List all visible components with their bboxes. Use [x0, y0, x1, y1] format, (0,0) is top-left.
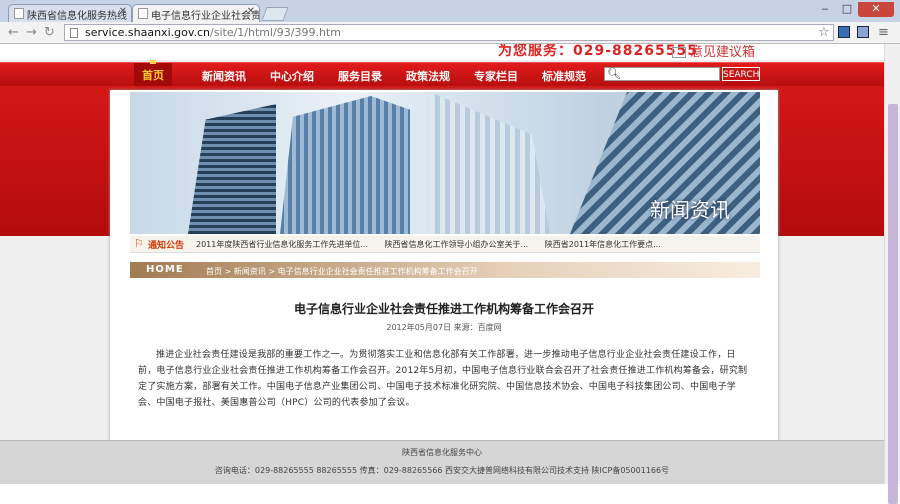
close-tab-icon[interactable]: ✕	[119, 6, 127, 17]
page-favicon-icon	[138, 8, 148, 19]
nav-item-about[interactable]: 中心介绍	[270, 68, 314, 84]
article-body: 推进企业社会责任建设是我部的重要工作之一。为贯彻落实工业和信息化部有关工作部署，…	[138, 350, 748, 408]
notice-link[interactable]: 陕西省信息化工作领导小组办公室关于...	[385, 240, 529, 249]
browser-tab-2[interactable]: 电子信息行业企业社会责 ✕	[132, 4, 260, 22]
footer-contact: 咨询电话：029-88265555 88265555 传真：029-882655…	[214, 466, 670, 475]
banner-title: 新闻资讯	[650, 198, 730, 222]
menu-icon[interactable]: ≡	[878, 25, 889, 40]
service-hotline: 为您服务：029-88265555	[498, 44, 698, 59]
main-navbar: 首页 新闻资讯 中心介绍 服务目录 政策法规 专家栏目 标准规范 🔍︎ SEAR…	[0, 60, 884, 87]
browser-toolbar: ← → ↻ service.shaanxi.gov.cn/site/1/html…	[0, 22, 900, 44]
nav-item-standards[interactable]: 标准规范	[542, 68, 586, 84]
notice-items: 2011年度陕西省行业信息化服务工作先进单位... 陕西省信息化工作领导小组办公…	[196, 239, 675, 250]
notice-label: 通知公告	[148, 241, 185, 251]
page-favicon-icon	[14, 8, 24, 19]
close-tab-icon[interactable]: ✕	[247, 6, 255, 17]
page-footer: 陕西省信息化服务中心 咨询电话：029-88265555 88265555 传真…	[0, 440, 884, 484]
building-graphic	[188, 104, 276, 234]
suggestion-box-link[interactable]: 意见建议箱	[672, 44, 755, 60]
nav-item-news[interactable]: 新闻资讯	[202, 68, 246, 84]
browser-tab-strip: 陕西省信息化服务热线 ✕ 电子信息行业企业社会责 ✕ ‒ □ ✕	[0, 0, 900, 22]
search-input[interactable]: 🔍︎	[604, 67, 720, 81]
new-tab-button[interactable]	[261, 7, 289, 21]
notice-bar: ⚐ 通知公告 2011年度陕西省行业信息化服务工作先进单位... 陕西省信息化工…	[130, 236, 760, 253]
nav-item-label: 首页	[142, 69, 164, 82]
active-marker	[150, 60, 156, 64]
announcement-icon: ⚐	[134, 237, 144, 250]
mail-icon	[672, 47, 686, 58]
url-path: /site/1/html/93/399.htm	[210, 26, 341, 39]
url-host: service.shaanxi.gov.cn	[85, 26, 211, 39]
content-panel: 新闻资讯 ⚐ 通知公告 2011年度陕西省行业信息化服务工作先进单位... 陕西…	[110, 90, 778, 478]
extension-icon[interactable]	[838, 26, 850, 38]
nav-item-services[interactable]: 服务目录	[338, 68, 382, 84]
building-graphic	[280, 96, 410, 234]
notice-link[interactable]: 陕西省2011年信息化工作要点...	[545, 240, 661, 249]
maximize-button[interactable]: □	[836, 2, 858, 17]
close-window-button[interactable]: ✕	[858, 2, 894, 17]
search-button[interactable]: SEARCH	[722, 67, 760, 81]
page-icon	[70, 28, 78, 38]
browser-tab-1-label: 陕西省信息化服务热线	[27, 11, 127, 22]
footer-org-link[interactable]: 陕西省信息化服务中心	[0, 447, 884, 458]
breadcrumb-path: 首页 > 新闻资讯 > 电子信息行业企业社会责任推进工作机构筹备工作会召开	[206, 267, 478, 276]
page-top-band: 为您服务：029-88265555 意见建议箱	[0, 44, 884, 60]
minimize-button[interactable]: ‒	[814, 2, 836, 17]
address-bar[interactable]: service.shaanxi.gov.cn/site/1/html/93/39…	[64, 24, 834, 41]
search-icon: 🔍︎	[607, 67, 621, 80]
extension-icon[interactable]	[857, 26, 869, 38]
web-page: 为您服务：029-88265555 意见建议箱 首页 新闻资讯 中心介绍 服务目…	[0, 44, 884, 484]
building-graphic	[430, 92, 550, 234]
notice-link[interactable]: 2011年度陕西省行业信息化服务工作先进单位...	[196, 240, 368, 249]
article-title: 电子信息行业企业社会责任推进工作机构筹备工作会召开	[293, 302, 594, 316]
forward-arrow-icon[interactable]: →	[26, 25, 37, 40]
browser-tab-2-label: 电子信息行业企业社会责	[151, 11, 260, 22]
breadcrumb-home[interactable]: HOME	[146, 264, 184, 275]
page-scrollbar[interactable]	[884, 44, 900, 504]
browser-tab-1[interactable]: 陕西省信息化服务热线 ✕	[8, 4, 132, 22]
suggestion-box-label: 意见建议箱	[690, 45, 756, 60]
window-controls: ‒ □ ✕	[814, 2, 894, 17]
nav-item-home[interactable]: 首页	[134, 60, 172, 87]
breadcrumb: HOME 首页 > 新闻资讯 > 电子信息行业企业社会责任推进工作机构筹备工作会…	[130, 262, 760, 278]
article-meta: 2012年05月07日 来源：百度网	[386, 323, 502, 332]
bookmark-star-icon[interactable]: ☆	[818, 25, 830, 40]
nav-item-policy[interactable]: 政策法规	[406, 68, 450, 84]
reload-icon[interactable]: ↻	[44, 25, 55, 40]
scrollbar-thumb[interactable]	[888, 104, 898, 504]
nav-item-experts[interactable]: 专家栏目	[474, 68, 518, 84]
back-arrow-icon[interactable]: ←	[8, 25, 19, 40]
news-banner-image: 新闻资讯	[130, 92, 760, 234]
